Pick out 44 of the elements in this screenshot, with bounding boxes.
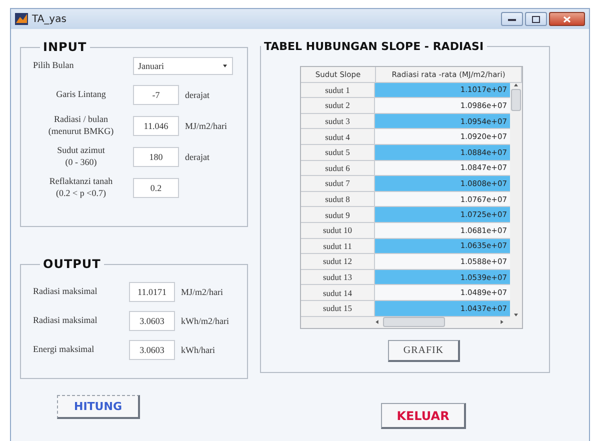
- panel-title: INPUT: [42, 40, 88, 54]
- arrow-icon[interactable]: [375, 319, 379, 325]
- unit-label: MJ/m2/hari: [181, 286, 223, 296]
- maximize-icon: [532, 16, 540, 22]
- minimize-button[interactable]: [501, 12, 523, 26]
- maximize-button[interactable]: [525, 12, 547, 26]
- input-field[interactable]: 180: [133, 146, 179, 166]
- panel-title: OUTPUT: [42, 257, 102, 271]
- scroll-thumb[interactable]: [511, 88, 521, 111]
- unit-label: kWh/hari: [181, 344, 215, 354]
- unit-label: derajat: [185, 90, 210, 100]
- output-field: 11.0171: [129, 282, 175, 302]
- input-field[interactable]: 0.2: [133, 178, 179, 198]
- field-label: Pilih Bulan: [33, 60, 75, 72]
- unit-label: derajat: [185, 152, 210, 162]
- month-dropdown[interactable]: Januari: [133, 57, 233, 75]
- input-field[interactable]: 11.046: [133, 116, 179, 136]
- field-label: Radiasi maksimal: [33, 314, 98, 326]
- unit-label: MJ/m2/hari: [185, 120, 227, 130]
- input-field[interactable]: -7: [133, 84, 179, 104]
- close-icon: [563, 16, 571, 22]
- arrow-icon[interactable]: [513, 82, 519, 87]
- field-label: Energi maksimal: [33, 344, 96, 356]
- chart-button[interactable]: GRAFIK: [388, 340, 460, 362]
- output-field: 3.0603: [129, 340, 175, 360]
- arrow-icon[interactable]: [513, 312, 519, 316]
- vertical-scrollbar[interactable]: [510, 82, 522, 316]
- field-label: Radiasi / bulan (menurut BMKG): [47, 114, 115, 137]
- minimize-icon: [508, 18, 516, 20]
- field-label: Sudut azimut (0 - 360): [56, 145, 106, 168]
- unit-label: kWh/m2/hari: [181, 316, 229, 326]
- output-field: 3.0603: [129, 310, 175, 330]
- close-button[interactable]: [549, 12, 585, 26]
- panel-title: TABEL HUBUNGAN SLOPE - RADIASI: [263, 40, 485, 53]
- caret-icon: [222, 64, 228, 68]
- field-label: Garis Lintang: [55, 88, 107, 100]
- window-title: TA_yas: [32, 14, 68, 24]
- exit-button[interactable]: KELUAR: [381, 403, 466, 429]
- field-label: Radiasi maksimal: [33, 286, 98, 298]
- field-label: Reflaktanzi tanah (0.2 < p <0.7): [48, 176, 114, 199]
- app-icon: [15, 13, 28, 25]
- arrow-icon[interactable]: [500, 319, 504, 325]
- calculate-button[interactable]: HITUNG: [57, 395, 140, 419]
- scroll-thumb[interactable]: [383, 317, 445, 327]
